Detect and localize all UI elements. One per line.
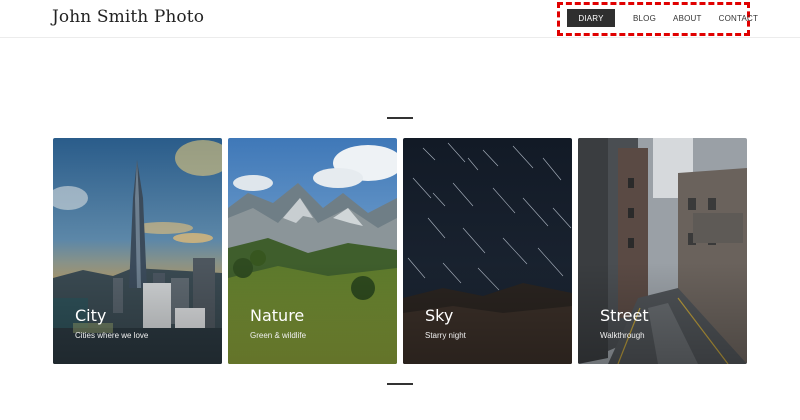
card-title: City [75, 306, 107, 325]
card-nature[interactable]: Nature Green & wildlife [228, 138, 397, 364]
main-nav: DIARY BLOG ABOUT CONTACT [567, 9, 758, 27]
card-sky[interactable]: Sky Starry night [403, 138, 572, 364]
card-subtitle: Walkthrough [600, 331, 645, 340]
card-title: Sky [425, 306, 454, 325]
card-subtitle: Starry night [425, 331, 466, 340]
card-subtitle: Cities where we love [75, 331, 149, 340]
nav-item-contact[interactable]: CONTACT [719, 14, 758, 23]
card-city[interactable]: City Cities where we love [53, 138, 222, 364]
card-title: Nature [250, 306, 305, 325]
section-divider-bottom [387, 383, 413, 385]
gallery-cards: City Cities where we love Nature Green &… [53, 138, 747, 364]
site-title[interactable]: John Smith Photo [52, 7, 204, 27]
site-header: John Smith Photo DIARY BLOG ABOUT CONTAC… [0, 0, 800, 38]
nav-item-diary[interactable]: DIARY [567, 9, 615, 27]
card-subtitle: Green & wildlife [250, 331, 307, 340]
card-street[interactable]: Street Walkthrough [578, 138, 747, 364]
card-title: Street [600, 306, 649, 325]
nav-item-about[interactable]: ABOUT [673, 14, 702, 23]
section-divider-top [387, 117, 413, 119]
nav-item-blog[interactable]: BLOG [633, 14, 656, 23]
